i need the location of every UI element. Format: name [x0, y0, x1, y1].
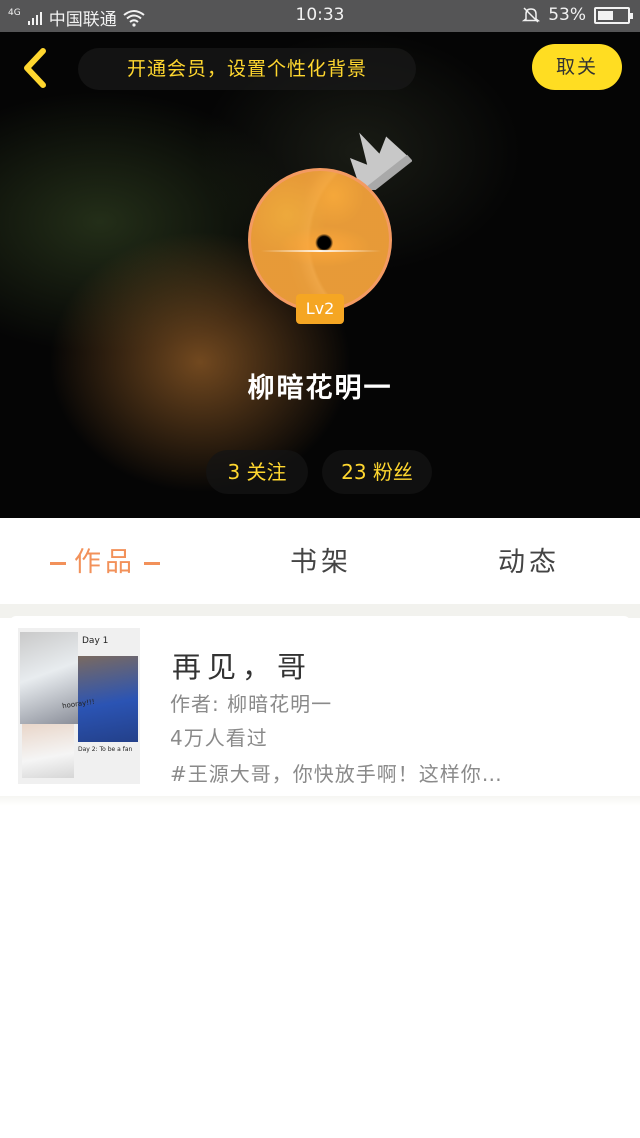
- works-list: Day 1 Day 2: To be a fan hooray!!! 再见，哥 …: [0, 604, 640, 1138]
- back-button[interactable]: [14, 46, 58, 90]
- chevron-left-icon: [24, 48, 46, 88]
- card-shadow: [0, 796, 640, 806]
- battery-icon: [594, 6, 633, 24]
- following-count-button[interactable]: 3 关注: [206, 450, 308, 494]
- fans-count-button[interactable]: 23 粉丝: [322, 450, 432, 494]
- unfollow-button[interactable]: 取关: [532, 44, 622, 90]
- cover-photo: [22, 724, 74, 778]
- status-bar: 4G 中国联通 10:33 53%: [0, 0, 640, 32]
- profile-header: 开通会员，设置个性化背景 取关 Lv2 柳暗花明一 3 关注 23 粉丝: [0, 32, 640, 518]
- cover-photo: [20, 632, 78, 724]
- avatar[interactable]: [248, 168, 392, 312]
- tab-bookshelf[interactable]: 书架: [290, 518, 352, 604]
- work-author: 作者: 柳暗花明一: [170, 692, 333, 716]
- tab-activity[interactable]: 动态: [498, 518, 560, 604]
- work-description: #王源大哥，你快放手啊！这样你…: [170, 762, 503, 786]
- profile-tabs: 作品 书架 动态: [0, 518, 640, 604]
- work-card[interactable]: Day 1 Day 2: To be a fan hooray!!! 再见，哥 …: [10, 616, 630, 796]
- status-right: 53%: [522, 5, 633, 25]
- work-views: 4万人看过: [170, 726, 268, 750]
- cover-text: Day 2: To be a fan: [78, 746, 133, 753]
- cover-text: Day 1: [82, 636, 109, 646]
- battery-fill: [598, 10, 613, 20]
- tab-works[interactable]: 作品: [42, 518, 168, 604]
- profile-stats: 3 关注 23 粉丝: [0, 450, 640, 494]
- active-tab-dash: [144, 562, 160, 565]
- tab-works-label: 作品: [74, 547, 136, 578]
- username: 柳暗花明一: [247, 373, 393, 404]
- vip-banner[interactable]: 开通会员，设置个性化背景: [78, 48, 416, 90]
- bell-off-icon: [522, 7, 541, 23]
- work-title[interactable]: 再见，哥: [172, 644, 312, 686]
- work-cover-image[interactable]: Day 1 Day 2: To be a fan hooray!!!: [18, 628, 140, 784]
- active-tab-dash: [50, 562, 66, 565]
- level-badge: Lv2: [296, 294, 344, 324]
- battery-percent: 53%: [548, 5, 586, 25]
